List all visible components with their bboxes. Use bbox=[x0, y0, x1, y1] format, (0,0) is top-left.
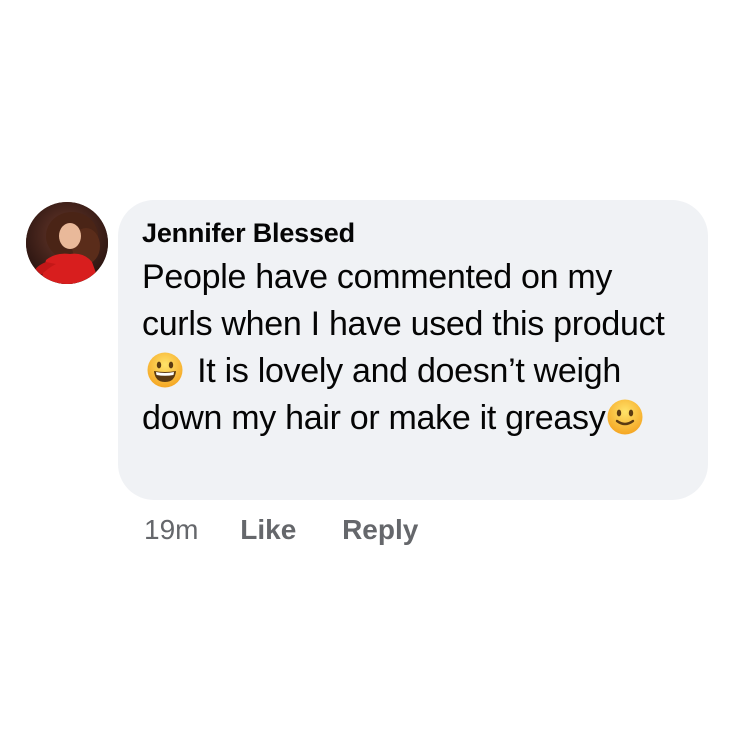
comment-text-part2: It is lovely and doesn’t weigh down my h… bbox=[142, 352, 621, 437]
comment-bubble: Jennifer Blessed People have commented o… bbox=[118, 200, 708, 500]
avatar[interactable] bbox=[26, 202, 108, 284]
avatar-image bbox=[26, 202, 108, 284]
comment-author[interactable]: Jennifer Blessed bbox=[142, 216, 686, 250]
comment-text-part1: People have commented on my curls when I… bbox=[142, 258, 665, 343]
slightly-smiling-face-icon bbox=[606, 398, 644, 436]
comment-actions: 19m Like Reply bbox=[144, 512, 418, 548]
comment-text: People have commented on my curls when I… bbox=[142, 254, 686, 442]
like-button[interactable]: Like bbox=[240, 514, 296, 545]
reply-button[interactable]: Reply bbox=[342, 514, 418, 545]
comment-timestamp[interactable]: 19m bbox=[144, 514, 198, 545]
grinning-face-icon bbox=[146, 351, 184, 389]
